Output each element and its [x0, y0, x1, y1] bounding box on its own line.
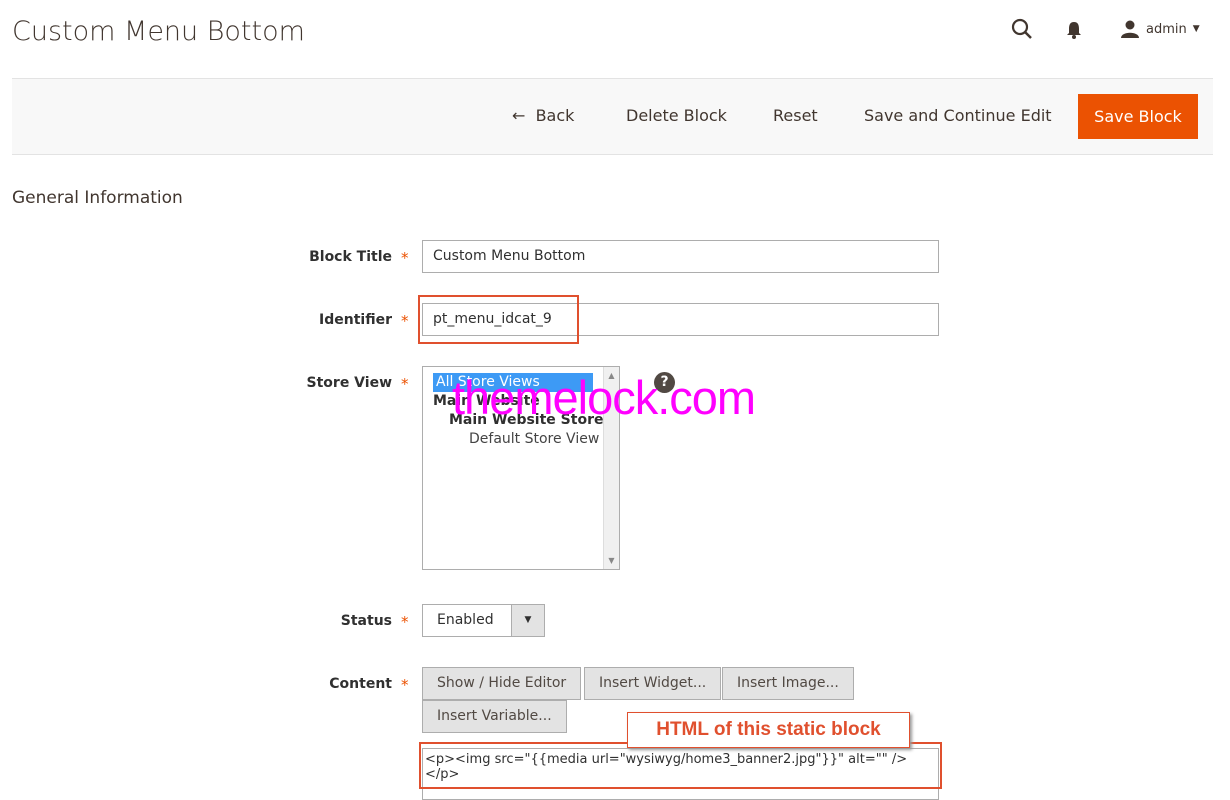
section-title: General Information [12, 188, 183, 208]
show-hide-editor-button[interactable]: Show / Hide Editor [422, 667, 582, 700]
status-value: Enabled [437, 612, 494, 628]
chevron-down-icon: ▼ [511, 605, 544, 636]
user-icon [1121, 20, 1139, 38]
status-select[interactable]: Enabled ▼ [422, 604, 545, 637]
identifier-label: Identifier [319, 312, 392, 328]
required-mark: * [401, 613, 409, 631]
save-continue-button[interactable]: Save and Continue Edit [864, 106, 1052, 125]
insert-image-button[interactable]: Insert Image... [722, 667, 854, 700]
insert-variable-button[interactable]: Insert Variable... [422, 700, 567, 733]
watermark: themelock.com [452, 371, 756, 424]
caret-down-icon: ▼ [1192, 24, 1200, 34]
back-button[interactable]: ← Back [512, 106, 574, 125]
required-mark: * [401, 312, 409, 330]
reset-button[interactable]: Reset [773, 106, 818, 125]
store-view-label: Store View [306, 375, 392, 391]
required-mark: * [401, 375, 409, 393]
arrow-left-icon: ← [512, 106, 526, 125]
block-title-label: Block Title [309, 249, 392, 265]
user-menu[interactable]: admin ▼ [1120, 20, 1200, 38]
search-icon[interactable] [1011, 18, 1033, 40]
user-name: admin [1146, 21, 1187, 37]
identifier-highlight [418, 295, 579, 344]
required-mark: * [401, 249, 409, 267]
content-highlight [419, 742, 942, 789]
delete-block-button[interactable]: Delete Block [626, 106, 727, 125]
annotation-callout: HTML of this static block [627, 712, 910, 748]
page-title: Custom Menu Bottom [12, 16, 305, 47]
save-block-button[interactable]: Save Block [1078, 94, 1198, 139]
bell-icon[interactable] [1066, 21, 1082, 39]
status-label: Status [340, 613, 392, 629]
content-label: Content [329, 676, 392, 692]
insert-widget-button[interactable]: Insert Widget... [584, 667, 722, 700]
back-label: Back [535, 106, 575, 125]
store-option-view[interactable]: Default Store View [433, 430, 619, 449]
block-title-input[interactable]: Custom Menu Bottom [422, 240, 939, 273]
required-mark: * [401, 676, 409, 694]
